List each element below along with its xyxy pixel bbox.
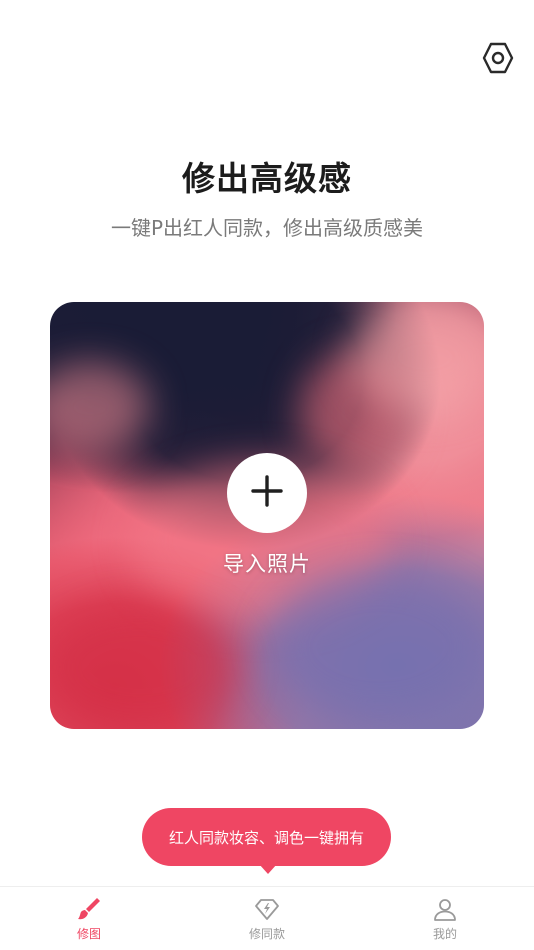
tab-same-style[interactable]: 修同款 (178, 887, 356, 950)
tab-edit[interactable]: 修图 (0, 887, 178, 950)
import-photo-card[interactable]: 导入照片 (50, 302, 484, 729)
plus-icon (250, 474, 284, 512)
page-title: 修出高级感 (182, 159, 352, 198)
smoke-decoration (50, 602, 240, 729)
hexagon-settings-icon (481, 41, 515, 79)
bottom-tab-bar: 修图 修同款 我的 (0, 886, 534, 950)
page-subtitle: 一键P出红人同款，修出高级质感美 (110, 216, 424, 240)
tab-edit-label: 修图 (76, 927, 101, 941)
import-photo-label: 导入照片 (223, 552, 311, 576)
settings-button[interactable] (480, 42, 516, 78)
add-photo-button[interactable] (227, 453, 307, 533)
diamond-icon (254, 896, 280, 922)
brush-icon (76, 896, 102, 922)
tab-same-style-label: 修同款 (248, 927, 285, 941)
tab-profile[interactable]: 我的 (356, 887, 534, 950)
tooltip-pointer (259, 864, 277, 874)
smoke-decoration (270, 572, 484, 722)
user-icon (432, 896, 458, 922)
promo-tooltip-text: 红人同款妆容、调色一键拥有 (168, 828, 364, 847)
promo-tooltip[interactable]: 红人同款妆容、调色一键拥有 (142, 808, 391, 866)
tab-profile-label: 我的 (432, 927, 457, 941)
smoke-decoration (50, 362, 150, 452)
